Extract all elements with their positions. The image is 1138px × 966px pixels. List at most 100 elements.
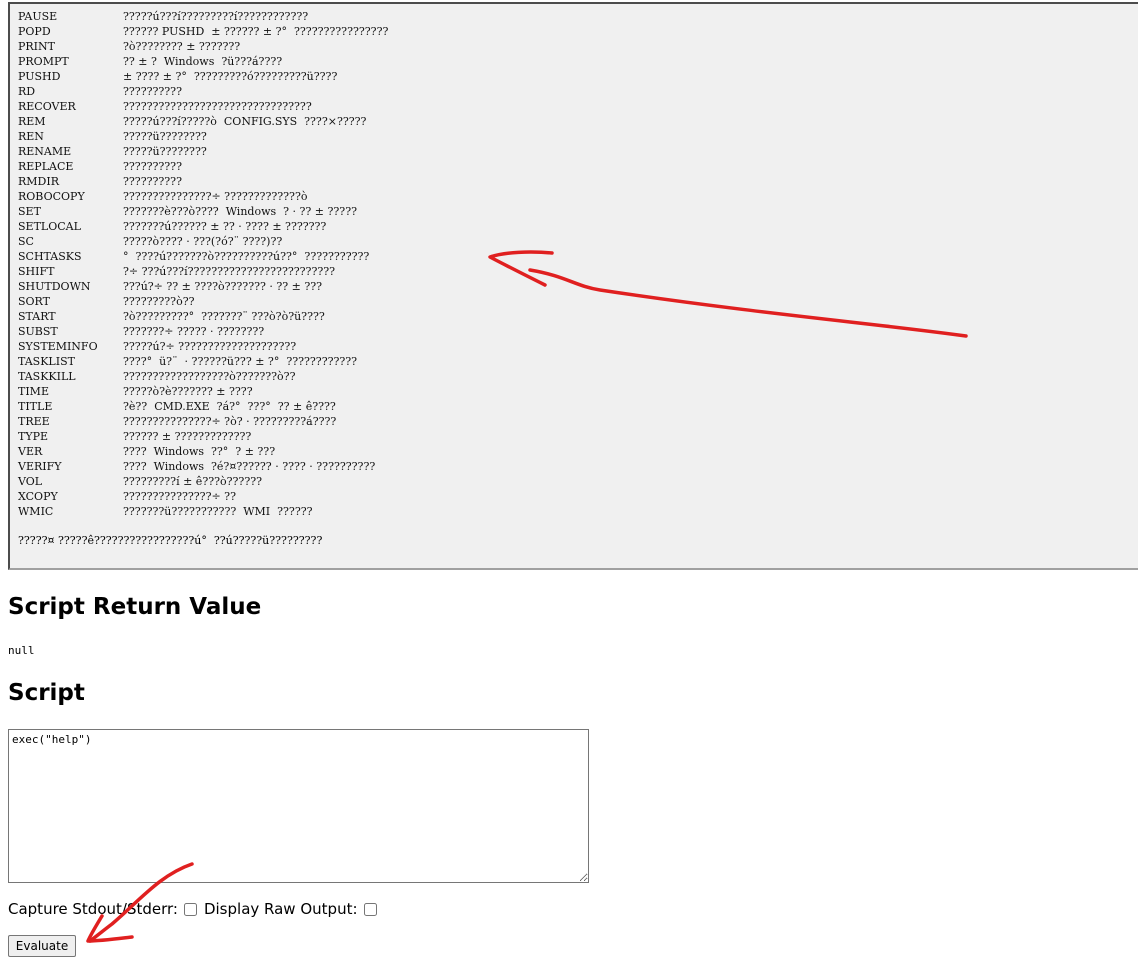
command-name: REN (18, 130, 44, 143)
command-row: PRINT ?ò???????? ± ??????? (18, 39, 388, 54)
command-row: SC ?????ò???? · ???(?ó?¨ ????)?? (18, 234, 388, 249)
command-name: ROBOCOPY (18, 190, 85, 203)
command-description: ± ???? ± ?° ?????????ó?????????ü???? (123, 70, 338, 83)
command-row: RECOVER???????????????????????????????? (18, 99, 388, 114)
script-heading: Script (8, 680, 85, 706)
command-name: REPLACE (18, 160, 74, 173)
command-name: VER (18, 445, 43, 458)
command-description: ?????? ± ????????????? (123, 430, 252, 443)
command-name: REM (18, 115, 46, 128)
command-row: TITLE ?è?? CMD.EXE ?á?° ???° ?? ± ê???? (18, 399, 388, 414)
annotation-arrowhead-lower (86, 914, 134, 943)
command-description: ???????è???ò???? Windows ? · ?? ± ????? (123, 205, 358, 218)
command-name: PUSHD (18, 70, 61, 83)
command-name: SHUTDOWN (18, 280, 91, 293)
command-row: SYSTEMINFO ?????ú?÷ ???????????????????? (18, 339, 388, 354)
command-row: SCHTASKS ° ????ú???????ò??????????ú??° ??… (18, 249, 388, 264)
command-description: ?ò?????????° ???????¨ ???ò?ò?ü???? (123, 310, 325, 323)
command-row: SET ???????è???ò???? Windows ? · ?? ± ???… (18, 204, 388, 219)
command-row: SORT ?????????ò?? (18, 294, 388, 309)
command-name: TIME (18, 385, 49, 398)
command-row: TREE ???????????????÷ ?ò? · ?????????á???… (18, 414, 388, 429)
command-description: ???????????????÷ ?????????????ò (123, 190, 308, 203)
command-name: RENAME (18, 145, 72, 158)
command-description: ?????ò?è??????? ± ???? (123, 385, 253, 398)
command-description: ?????????? (123, 175, 182, 188)
command-description: ?????ú?÷ ???????????????????? (123, 340, 297, 353)
options-row: Capture Stdout/Stderr: Display Raw Outpu… (8, 900, 384, 918)
command-description: ?????? PUSHD ± ?????? ± ?° ?????????????… (123, 25, 389, 38)
command-row: RENAME ?????ü???????? (18, 144, 388, 159)
command-row: VOL ?????????í ± ê???ò?????? (18, 474, 388, 489)
command-name: SYSTEMINFO (18, 340, 98, 353)
command-row: TASKKILL ??????????????????ò???????ò?? (18, 369, 388, 384)
command-description: ????° ü?¨ · ??????ü??? ± ?° ???????????? (123, 355, 358, 368)
command-row: XCOPY ???????????????÷ ?? (18, 489, 388, 504)
command-description: ???????÷ ????? · ???????? (123, 325, 265, 338)
command-name: TYPE (18, 430, 49, 443)
command-description: ???????ü??????????? WMI ?????? (123, 505, 313, 518)
command-row: TASKLIST ????° ü?¨ · ??????ü??? ± ?° ????… (18, 354, 388, 369)
command-name: PRINT (18, 40, 55, 53)
command-description: ° ????ú???????ò??????????ú??° ??????????… (123, 250, 370, 263)
command-name: SCHTASKS (18, 250, 82, 263)
command-row: SUBST ???????÷ ????? · ???????? (18, 324, 388, 339)
command-description: ?????????? (123, 85, 182, 98)
return-value-text: null (8, 644, 35, 657)
command-row: PROMPT ?? ± ? Windows ?ü???á???? (18, 54, 388, 69)
command-description: ?÷ ???ú???í????????????????????????? (123, 265, 336, 278)
command-row: VER ???? Windows ??° ? ± ??? (18, 444, 388, 459)
command-row: REN ?????ü???????? (18, 129, 388, 144)
command-row: SHUTDOWN ???ú?÷ ?? ± ????ò??????? · ?? ± … (18, 279, 388, 294)
command-row: RMDIR?????????? (18, 174, 388, 189)
return-value-heading: Script Return Value (8, 594, 262, 620)
capture-output-checkbox[interactable] (183, 902, 197, 916)
command-description: ???????ú?????? ± ?? · ???? ± ??????? (123, 220, 327, 233)
command-row: VERIFY ???? Windows ?é?¤?????? · ???? · ?… (18, 459, 388, 474)
command-name: SHIFT (18, 265, 55, 278)
command-row: PAUSE ?????ú???í?????????í???????????? (18, 9, 388, 24)
command-row: POPD ?????? PUSHD ± ?????? ± ?° ?????????… (18, 24, 388, 39)
command-name: POPD (18, 25, 51, 38)
command-description: ?è?? CMD.EXE ?á?° ???° ?? ± ê???? (123, 400, 336, 413)
command-name: SETLOCAL (18, 220, 81, 233)
command-name: START (18, 310, 56, 323)
command-name: XCOPY (18, 490, 58, 503)
command-list: PAUSE ?????ú???í?????????í???????????? POP… (18, 9, 388, 519)
command-name: RECOVER (18, 100, 76, 113)
command-description: ???? Windows ?é?¤?????? · ???? · ???????… (123, 460, 376, 473)
command-name: TASKLIST (18, 355, 75, 368)
command-row: RD?????????? (18, 84, 388, 99)
command-description: ?????????ò?? (123, 295, 195, 308)
raw-output-label: Display Raw Output: (203, 900, 358, 918)
command-row: PUSHD ± ???? ± ?° ?????????ó?????????ü???… (18, 69, 388, 84)
command-row: TYPE ?????? ± ????????????? (18, 429, 388, 444)
command-name: SUBST (18, 325, 58, 338)
command-name: VERIFY (18, 460, 62, 473)
raw-output-checkbox[interactable] (363, 902, 377, 916)
capture-output-label: Capture Stdout/Stderr: (8, 900, 178, 918)
command-output-panel[interactable]: PAUSE ?????ú???í?????????í???????????? POP… (8, 2, 1138, 570)
evaluate-button[interactable]: Evaluate (8, 935, 76, 957)
command-name: TASKKILL (18, 370, 76, 383)
command-description: ?????ú???í?????????í???????????? (123, 10, 309, 23)
command-row: ROBOCOPY ???????????????÷ ?????????????ò (18, 189, 388, 204)
command-description: ???????????????÷ ?ò? · ?????????á???? (123, 415, 337, 428)
command-row: WMIC ???????ü??????????? WMI ?????? (18, 504, 388, 519)
command-description: ?ò???????? ± ??????? (123, 40, 241, 53)
command-row: SETLOCAL ???????ú?????? ± ?? · ???? ± ???… (18, 219, 388, 234)
command-name: RD (18, 85, 36, 98)
command-description: ?????ü???????? (123, 145, 207, 158)
command-name: TITLE (18, 400, 53, 413)
output-footer-line: ?????¤ ?????ê?????????????????ú° ??ú????… (18, 534, 323, 547)
command-name: PROMPT (18, 55, 69, 68)
command-name: VOL (18, 475, 43, 488)
command-name: WMIC (18, 505, 54, 518)
command-description: ??????????????????ò???????ò?? (123, 370, 296, 383)
command-name: RMDIR (18, 175, 59, 188)
command-description: ?????????? (123, 160, 182, 173)
command-description: ?????ü???????? (123, 130, 207, 143)
command-description: ?????ò???? · ???(?ó?¨ ????)?? (123, 235, 283, 248)
command-description: ?? ± ? Windows ?ü???á???? (123, 55, 283, 68)
script-textarea[interactable] (8, 729, 589, 883)
